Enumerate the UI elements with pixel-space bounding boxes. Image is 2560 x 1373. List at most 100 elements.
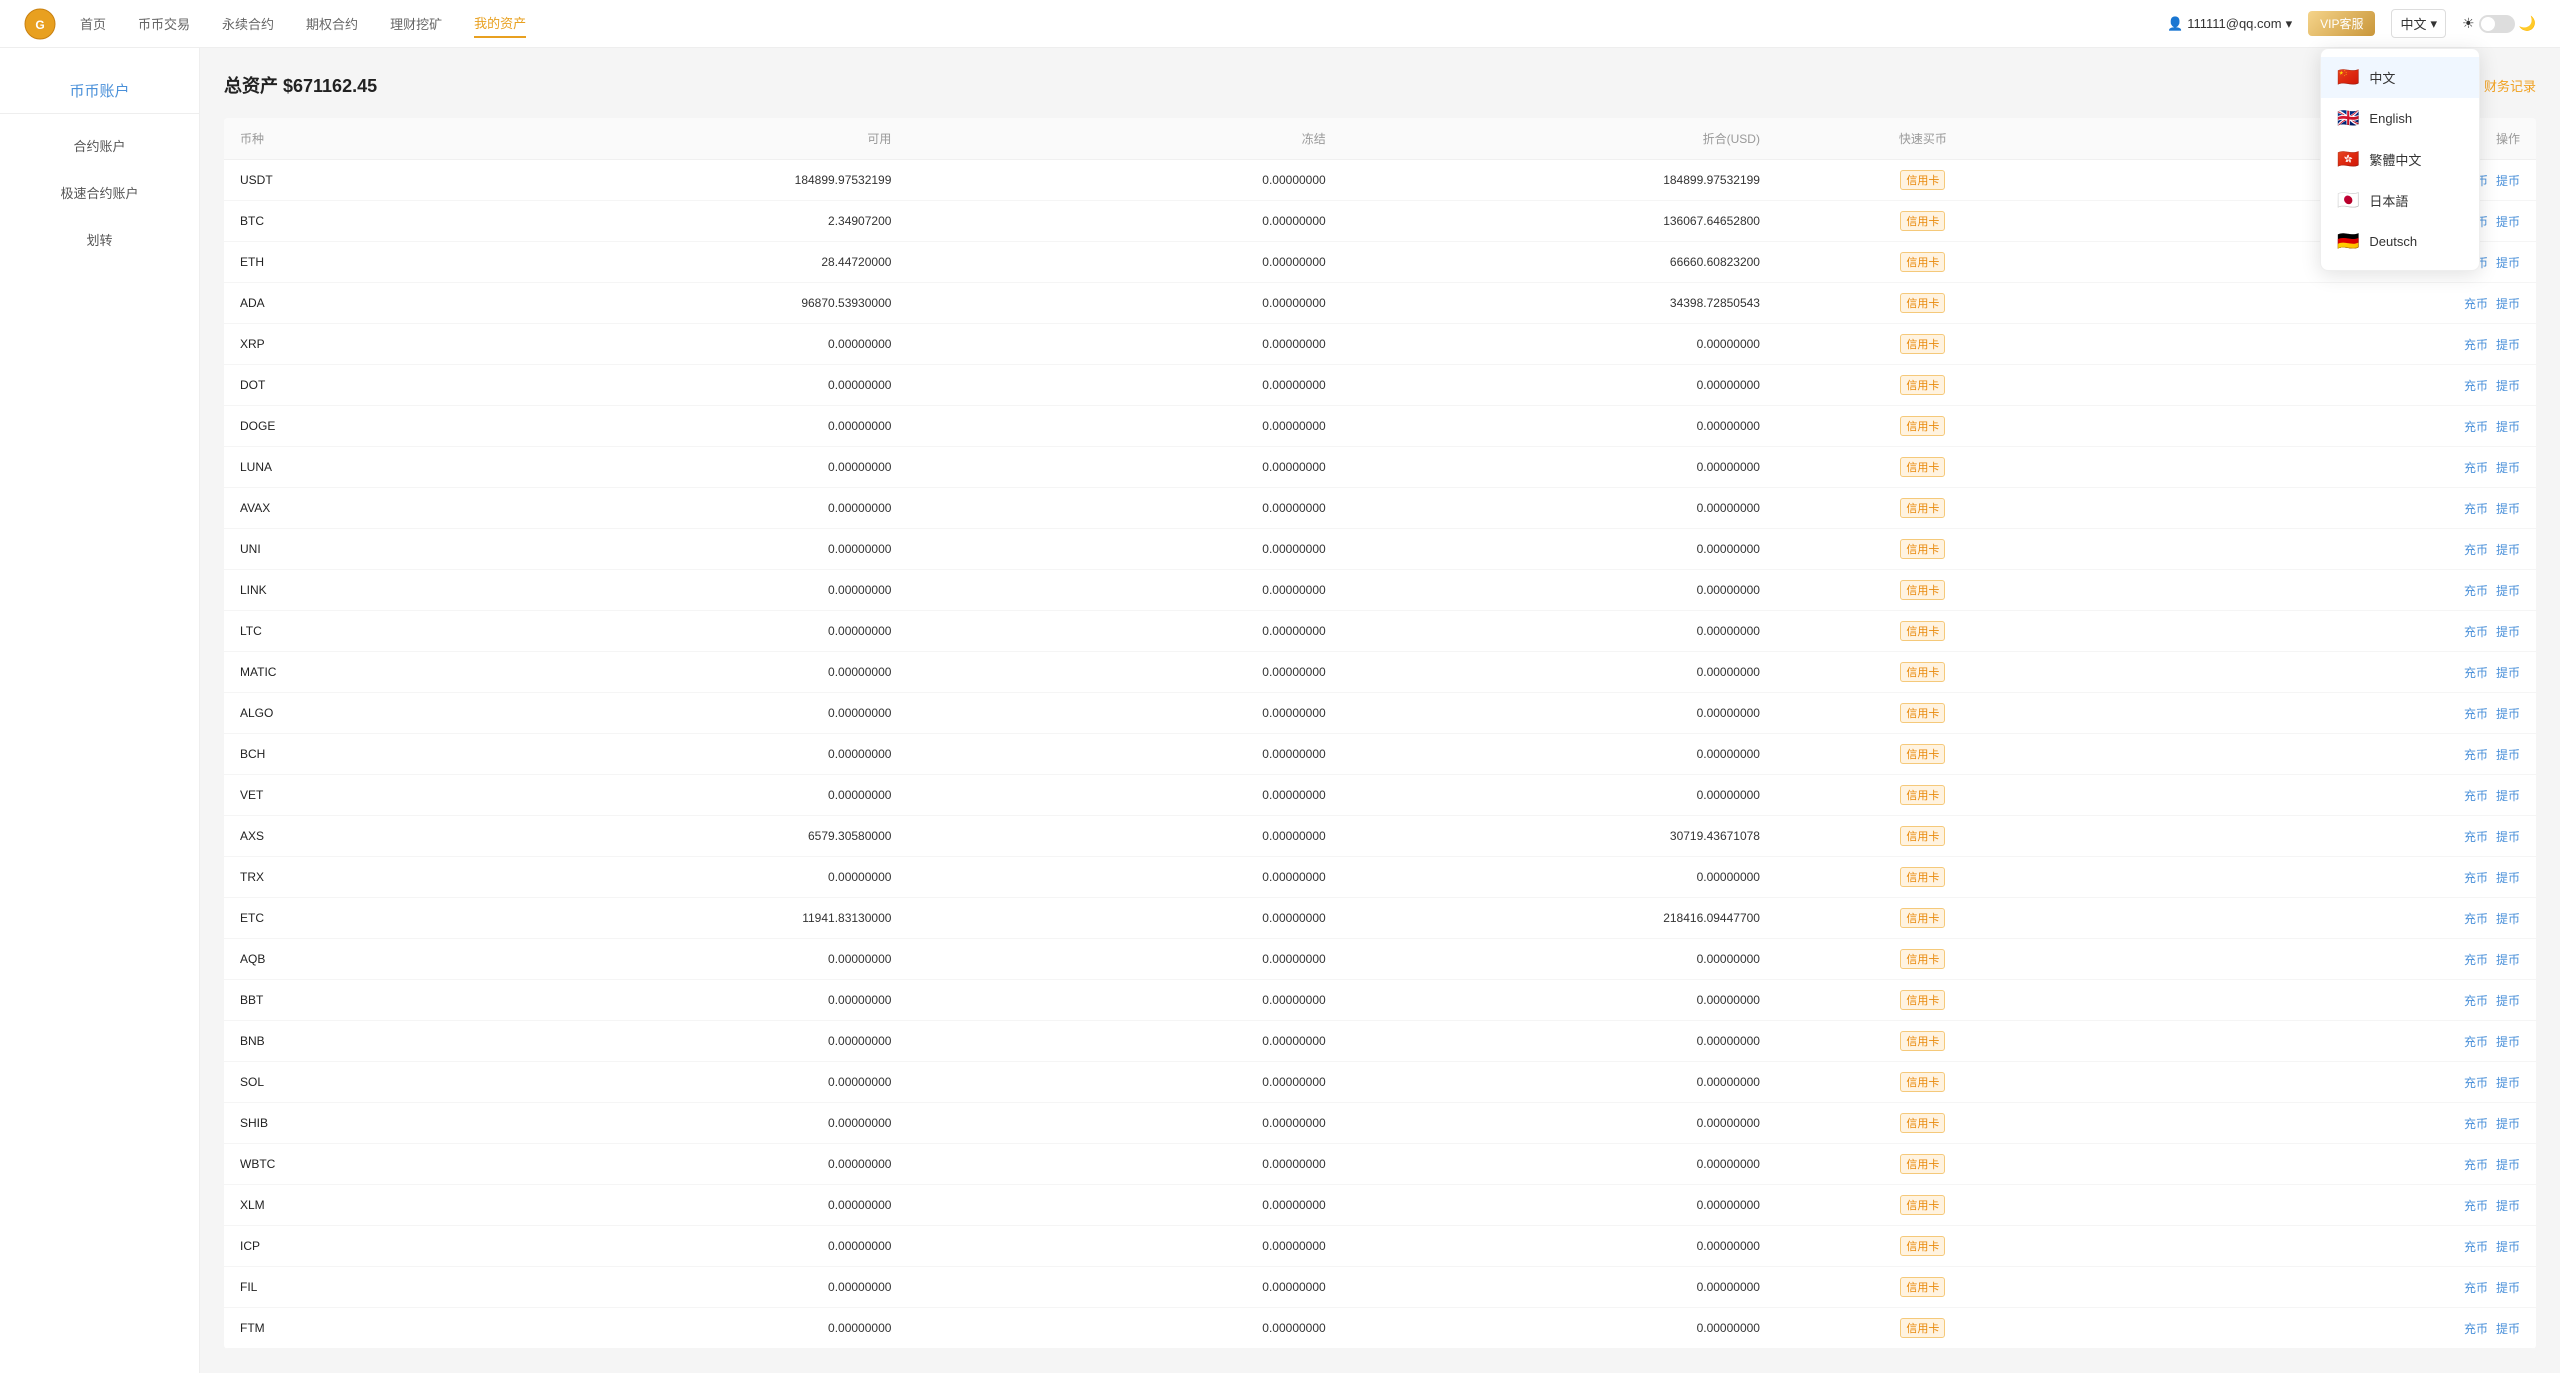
withdraw-link[interactable]: 提币	[2496, 746, 2520, 763]
credit-card-tag[interactable]: 信用卡	[1900, 375, 1945, 395]
language-selector[interactable]: 中文 ▾	[2391, 9, 2446, 38]
withdraw-link[interactable]: 提币	[2496, 910, 2520, 927]
deposit-link[interactable]: 充币	[2464, 951, 2488, 968]
vip-button[interactable]: VIP客服	[2308, 11, 2375, 36]
credit-card-tag[interactable]: 信用卡	[1900, 1236, 1945, 1256]
withdraw-link[interactable]: 提币	[2496, 1238, 2520, 1255]
credit-card-tag[interactable]: 信用卡	[1900, 621, 1945, 641]
lang-option-en[interactable]: 🇬🇧 English	[2321, 98, 2479, 139]
withdraw-link[interactable]: 提币	[2496, 295, 2520, 312]
credit-card-tag[interactable]: 信用卡	[1900, 457, 1945, 477]
credit-card-tag[interactable]: 信用卡	[1900, 949, 1945, 969]
deposit-link[interactable]: 充币	[2464, 910, 2488, 927]
credit-card-tag[interactable]: 信用卡	[1900, 1113, 1945, 1133]
credit-card-tag[interactable]: 信用卡	[1900, 867, 1945, 887]
deposit-link[interactable]: 充币	[2464, 869, 2488, 886]
withdraw-link[interactable]: 提币	[2496, 623, 2520, 640]
withdraw-link[interactable]: 提币	[2496, 1156, 2520, 1173]
financial-record-link[interactable]: 财务记录	[2484, 76, 2536, 95]
withdraw-link[interactable]: 提币	[2496, 1197, 2520, 1214]
nav-home[interactable]: 首页	[80, 10, 106, 37]
deposit-link[interactable]: 充币	[2464, 459, 2488, 476]
credit-card-tag[interactable]: 信用卡	[1900, 580, 1945, 600]
credit-card-tag[interactable]: 信用卡	[1900, 908, 1945, 928]
deposit-link[interactable]: 充币	[2464, 418, 2488, 435]
withdraw-link[interactable]: 提币	[2496, 828, 2520, 845]
credit-card-tag[interactable]: 信用卡	[1900, 662, 1945, 682]
credit-card-tag[interactable]: 信用卡	[1900, 1072, 1945, 1092]
deposit-link[interactable]: 充币	[2464, 623, 2488, 640]
sidebar-item-quick-contract[interactable]: 极速合约账户	[0, 169, 199, 216]
deposit-link[interactable]: 充币	[2464, 295, 2488, 312]
lang-option-zh[interactable]: 🇨🇳 中文	[2321, 57, 2479, 98]
credit-card-tag[interactable]: 信用卡	[1900, 990, 1945, 1010]
deposit-link[interactable]: 充币	[2464, 746, 2488, 763]
lang-option-ja[interactable]: 🇯🇵 日本語	[2321, 180, 2479, 221]
deposit-link[interactable]: 充币	[2464, 1074, 2488, 1091]
deposit-link[interactable]: 充币	[2464, 1238, 2488, 1255]
nav-perpetual[interactable]: 永续合约	[222, 10, 274, 37]
logo[interactable]: G	[24, 8, 56, 40]
withdraw-link[interactable]: 提币	[2496, 377, 2520, 394]
sidebar-title[interactable]: 币币账户	[0, 68, 199, 114]
nav-spot[interactable]: 币币交易	[138, 10, 190, 37]
nav-assets[interactable]: 我的资产	[474, 9, 526, 38]
sidebar-item-contract[interactable]: 合约账户	[0, 122, 199, 169]
credit-card-tag[interactable]: 信用卡	[1900, 1277, 1945, 1297]
withdraw-link[interactable]: 提币	[2496, 254, 2520, 271]
credit-card-tag[interactable]: 信用卡	[1900, 744, 1945, 764]
withdraw-link[interactable]: 提币	[2496, 1074, 2520, 1091]
credit-card-tag[interactable]: 信用卡	[1900, 539, 1945, 559]
withdraw-link[interactable]: 提币	[2496, 1320, 2520, 1337]
deposit-link[interactable]: 充币	[2464, 582, 2488, 599]
withdraw-link[interactable]: 提币	[2496, 582, 2520, 599]
deposit-link[interactable]: 充币	[2464, 1320, 2488, 1337]
deposit-link[interactable]: 充币	[2464, 1279, 2488, 1296]
withdraw-link[interactable]: 提币	[2496, 787, 2520, 804]
credit-card-tag[interactable]: 信用卡	[1900, 416, 1945, 436]
deposit-link[interactable]: 充币	[2464, 1115, 2488, 1132]
credit-card-tag[interactable]: 信用卡	[1900, 293, 1945, 313]
deposit-link[interactable]: 充币	[2464, 787, 2488, 804]
credit-card-tag[interactable]: 信用卡	[1900, 826, 1945, 846]
withdraw-link[interactable]: 提币	[2496, 951, 2520, 968]
deposit-link[interactable]: 充币	[2464, 992, 2488, 1009]
credit-card-tag[interactable]: 信用卡	[1900, 1154, 1945, 1174]
credit-card-tag[interactable]: 信用卡	[1900, 170, 1945, 190]
deposit-link[interactable]: 充币	[2464, 336, 2488, 353]
withdraw-link[interactable]: 提币	[2496, 869, 2520, 886]
credit-card-tag[interactable]: 信用卡	[1900, 334, 1945, 354]
toggle-track[interactable]	[2479, 15, 2515, 33]
withdraw-link[interactable]: 提币	[2496, 1279, 2520, 1296]
deposit-link[interactable]: 充币	[2464, 1197, 2488, 1214]
sidebar-item-transfer[interactable]: 划转	[0, 216, 199, 263]
credit-card-tag[interactable]: 信用卡	[1900, 498, 1945, 518]
credit-card-tag[interactable]: 信用卡	[1900, 252, 1945, 272]
withdraw-link[interactable]: 提币	[2496, 992, 2520, 1009]
withdraw-link[interactable]: 提币	[2496, 336, 2520, 353]
deposit-link[interactable]: 充币	[2464, 541, 2488, 558]
withdraw-link[interactable]: 提币	[2496, 541, 2520, 558]
deposit-link[interactable]: 充币	[2464, 1156, 2488, 1173]
withdraw-link[interactable]: 提币	[2496, 705, 2520, 722]
withdraw-link[interactable]: 提币	[2496, 1033, 2520, 1050]
deposit-link[interactable]: 充币	[2464, 705, 2488, 722]
deposit-link[interactable]: 充币	[2464, 664, 2488, 681]
credit-card-tag[interactable]: 信用卡	[1900, 211, 1945, 231]
lang-option-de[interactable]: 🇩🇪 Deutsch	[2321, 221, 2479, 262]
credit-card-tag[interactable]: 信用卡	[1900, 703, 1945, 723]
credit-card-tag[interactable]: 信用卡	[1900, 1031, 1945, 1051]
withdraw-link[interactable]: 提币	[2496, 1115, 2520, 1132]
nav-options[interactable]: 期权合约	[306, 10, 358, 37]
withdraw-link[interactable]: 提币	[2496, 172, 2520, 189]
night-mode-toggle[interactable]: ☀ 🌙	[2462, 15, 2536, 33]
lang-option-tw[interactable]: 🇭🇰 繁體中文	[2321, 139, 2479, 180]
nav-mining[interactable]: 理财挖矿	[390, 10, 442, 37]
credit-card-tag[interactable]: 信用卡	[1900, 1318, 1945, 1338]
withdraw-link[interactable]: 提币	[2496, 664, 2520, 681]
credit-card-tag[interactable]: 信用卡	[1900, 785, 1945, 805]
withdraw-link[interactable]: 提币	[2496, 459, 2520, 476]
credit-card-tag[interactable]: 信用卡	[1900, 1195, 1945, 1215]
deposit-link[interactable]: 充币	[2464, 377, 2488, 394]
user-info[interactable]: 👤 111111@qq.com ▾	[2167, 16, 2292, 32]
